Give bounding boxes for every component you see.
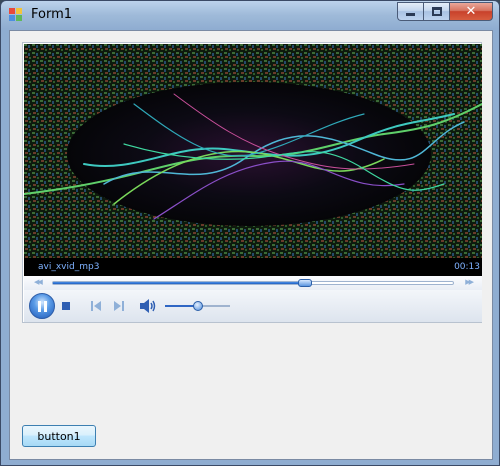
button1[interactable]: button1 bbox=[22, 425, 96, 447]
previous-button[interactable] bbox=[90, 300, 102, 312]
window-title: Form1 bbox=[31, 7, 73, 22]
close-icon: ✕ bbox=[465, 4, 477, 19]
play-pause-button[interactable] bbox=[29, 293, 55, 319]
app-icon bbox=[9, 8, 25, 22]
caption-buttons: ✕ bbox=[397, 2, 493, 21]
minimize-icon bbox=[406, 13, 415, 16]
maximize-icon bbox=[431, 7, 442, 16]
next-button[interactable] bbox=[113, 300, 125, 312]
info-bar: avi_xvid_mp3 00:13 bbox=[24, 258, 482, 276]
volume-thumb[interactable] bbox=[192, 301, 203, 311]
stop-button[interactable] bbox=[62, 302, 70, 310]
minimize-button[interactable] bbox=[397, 2, 423, 21]
media-player: avi_xvid_mp3 00:13 ◀◀ ▶▶ bbox=[22, 42, 482, 323]
seek-progress-fill bbox=[53, 282, 305, 284]
seek-bar[interactable] bbox=[52, 279, 454, 287]
fast-forward-icon[interactable]: ▶▶ bbox=[465, 278, 474, 286]
seek-thumb[interactable] bbox=[298, 279, 312, 287]
media-name: avi_xvid_mp3 bbox=[38, 262, 100, 272]
pause-icon bbox=[37, 300, 41, 312]
volume-slider[interactable] bbox=[165, 301, 230, 311]
close-button[interactable]: ✕ bbox=[449, 2, 493, 21]
form-client-area: avi_xvid_mp3 00:13 ◀◀ ▶▶ button1 bbox=[9, 30, 493, 460]
maximize-button[interactable] bbox=[423, 2, 449, 21]
title-bar[interactable]: Form1 ✕ bbox=[1, 1, 499, 29]
video-frame bbox=[24, 44, 482, 258]
speaker-icon[interactable] bbox=[139, 299, 157, 313]
seek-bar-row: ◀◀ ▶▶ bbox=[24, 276, 482, 290]
transport-controls bbox=[24, 290, 482, 322]
app-window: Form1 ✕ avi_xvid_mp3 00:13 ◀◀ ▶▶ button1 bbox=[0, 0, 500, 466]
time-readout: 00:13 bbox=[454, 262, 480, 272]
video-area[interactable]: avi_xvid_mp3 00:13 bbox=[24, 44, 482, 276]
rewind-icon[interactable]: ◀◀ bbox=[34, 278, 43, 286]
